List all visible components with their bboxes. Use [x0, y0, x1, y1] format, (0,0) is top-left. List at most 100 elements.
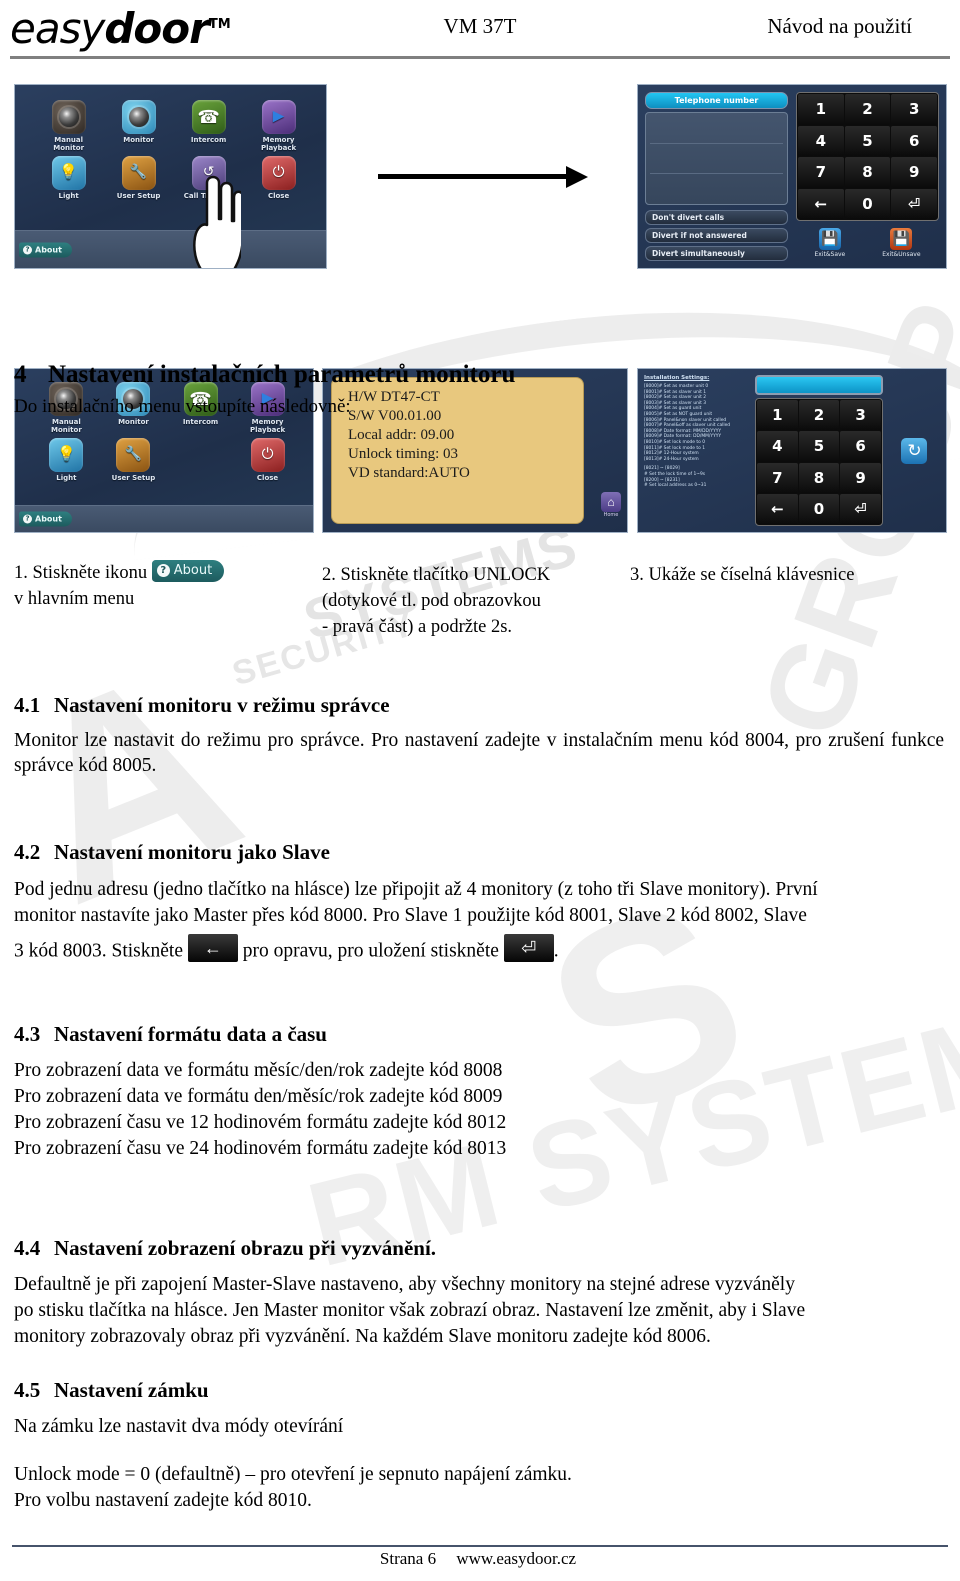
save-buttons-row: 💾 Exit&Save 💾 Exit&Unsave: [796, 225, 939, 261]
call-transfer-right-panel: 1 2 3 4 5 6 7 8 9 ← 0 ⏎ 💾 Exit&Save 💾 Ex…: [796, 92, 939, 261]
section-43-line-1: Pro zobrazení data ve formátu měsíc/den/…: [14, 1060, 503, 1081]
menu-item-close[interactable]: ⏻ Close: [234, 438, 301, 490]
camera-lens-icon: [121, 99, 156, 134]
power-icon: ⏻: [250, 438, 285, 473]
section-42-line-3-c: .: [553, 940, 559, 962]
section-45-line-2: Unlock mode = 0 (defaultně) – pro otevře…: [14, 1464, 572, 1485]
menu-item-user-setup[interactable]: 🔧 User Setup: [104, 155, 174, 208]
key-7[interactable]: 7: [757, 462, 798, 493]
menu-label-memory-playback: Memory Playback: [249, 418, 286, 435]
key-2[interactable]: 2: [844, 94, 891, 125]
section-45-heading: 4.5 Nastavení zámku: [14, 1378, 209, 1403]
key-4[interactable]: 4: [757, 431, 798, 462]
section-4-title: Nastavení instalačních parametrů monitor…: [48, 361, 516, 388]
section-44-number: 4.4: [14, 1236, 41, 1260]
exit-and-unsave-label: Exit&Unsave: [882, 251, 921, 258]
about-button-inline[interactable]: ? About: [151, 559, 225, 582]
key-5[interactable]: 5: [844, 125, 891, 156]
key-8[interactable]: 8: [798, 462, 840, 493]
step-3-line-1: 3. Ukáže se číselná klávesnice: [630, 565, 855, 585]
section-42-line-2: monitor nastavíte jako Master přes kód 8…: [14, 905, 807, 926]
pointing-hand-cursor: [193, 176, 242, 268]
about-button[interactable]: ? About: [19, 242, 72, 258]
key-9[interactable]: 9: [840, 462, 881, 493]
tools-icon: 🔧: [121, 155, 156, 190]
enter-arrow-icon[interactable]: ⏎: [891, 188, 937, 219]
menu-item-light[interactable]: 💡 Light: [33, 438, 100, 490]
section-44-title: Nastavení zobrazení obrazu při vyzvánění…: [54, 1236, 437, 1260]
menu-item-user-setup[interactable]: 🔧 User Setup: [100, 438, 167, 490]
info-line-vd-standard: VD standard:AUTO: [348, 465, 470, 481]
info-line-hw: H/W DT47-CT: [348, 389, 440, 405]
page-header: easydoorTM VM 37T Návod na použití: [0, 0, 960, 59]
backspace-arrow-icon[interactable]: ←: [757, 493, 798, 524]
about-button-label: About: [35, 245, 62, 255]
key-3[interactable]: 3: [891, 94, 937, 125]
reload-icon[interactable]: ↻: [901, 437, 928, 464]
key-6[interactable]: 6: [840, 431, 881, 462]
option-divert-if-not-answered[interactable]: Divert if not answered: [645, 228, 788, 243]
key-1[interactable]: 1: [798, 94, 844, 125]
step-2-line-3: - pravá část) a podržte 2s.: [322, 617, 513, 637]
key-8[interactable]: 8: [844, 157, 891, 188]
page-footer: Strana 6 www.easydoor.cz: [0, 1545, 960, 1569]
about-button[interactable]: ? About: [19, 511, 72, 527]
menu-label-intercom: Intercom: [190, 135, 227, 144]
key-9[interactable]: 9: [891, 157, 937, 188]
telephone-number-list[interactable]: [645, 112, 788, 205]
menu-item-memory-playback[interactable]: ▶ Memory Playback: [244, 99, 314, 152]
home-button[interactable]: ⌂ Home: [601, 492, 621, 518]
backspace-arrow-icon[interactable]: ←: [798, 188, 844, 219]
screenshot-installation-settings: Installation Settings: [8000]# Set as ma…: [637, 368, 947, 533]
menu-item-light[interactable]: 💡 Light: [34, 155, 104, 208]
menu-item-close[interactable]: ⏻ Close: [244, 155, 314, 208]
key-7[interactable]: 7: [798, 157, 844, 188]
about-inline-label: About: [173, 562, 213, 578]
option-dont-divert[interactable]: Don't divert calls: [645, 210, 788, 225]
key-0[interactable]: 0: [844, 188, 891, 219]
section-42-line-3-b: pro opravu, pro uložení stiskněte: [242, 940, 499, 962]
key-2[interactable]: 2: [798, 400, 840, 431]
section-4-intro: Do instalačního menu vstoupíte následovn…: [14, 396, 351, 417]
enter-key-image: ⏎: [503, 934, 554, 962]
enter-arrow-icon[interactable]: ⏎: [840, 493, 881, 524]
numeric-keypad: 1 2 3 4 5 6 7 8 9 ← 0 ⏎: [796, 92, 939, 221]
info-line-sw: S/W V00.01.00: [348, 408, 442, 424]
question-mark-icon: ?: [23, 514, 32, 524]
home-icon: ⌂: [601, 492, 621, 512]
menu-item-intercom[interactable]: ☎ Intercom: [174, 99, 244, 152]
exit-and-unsave-button[interactable]: 💾 Exit&Unsave: [882, 228, 921, 258]
menu-label-memory-playback: Memory Playback: [261, 135, 297, 152]
monitor-main-menu-screen: Manual Monitor Monitor ☎ Intercom ▶ Memo…: [15, 85, 326, 268]
menu-label-manual-monitor: Manual Monitor: [51, 418, 82, 435]
install-code-range-row: # Set local address as 0~31: [644, 483, 707, 489]
exit-and-save-button[interactable]: 💾 Exit&Save: [814, 228, 845, 258]
key-0[interactable]: 0: [798, 493, 840, 524]
key-1[interactable]: 1: [757, 400, 798, 431]
key-6[interactable]: 6: [891, 125, 937, 156]
step-2-line-2: (dotykové tl. pod obrazovkou: [322, 591, 541, 611]
section-42-heading: 4.2 Nastavení monitoru jako Slave: [14, 840, 330, 865]
menu-item-manual-monitor[interactable]: Manual Monitor: [34, 99, 104, 152]
menu-label-manual-monitor: Manual Monitor: [53, 135, 85, 152]
menu-icon-grid: Manual Monitor Monitor ☎ Intercom ▶ Memo…: [34, 99, 314, 208]
key-5[interactable]: 5: [798, 431, 840, 462]
section-42-line-3: 3 kód 8003. Stiskněte ← pro opravu, pro …: [14, 934, 714, 966]
lightbulb-icon: 💡: [51, 155, 86, 190]
key-4[interactable]: 4: [798, 125, 844, 156]
info-line-local-addr: Local addr: 09.00: [348, 427, 455, 443]
section-43-line-4: Pro zobrazení času ve 24 hodinovém formá…: [14, 1138, 507, 1159]
option-divert-simultaneously[interactable]: Divert simultaneously: [645, 246, 788, 261]
key-3[interactable]: 3: [840, 400, 881, 431]
telephone-number-field[interactable]: Telephone number: [645, 92, 788, 109]
code-entry-field[interactable]: [755, 375, 883, 395]
section-45-line-1: Na zámku lze nastavit dva módy otevírání: [14, 1416, 344, 1437]
exit-and-save-label: Exit&Save: [814, 251, 846, 258]
step-3: 3. Ukáže se číselná klávesnice: [630, 562, 950, 588]
about-button-label: About: [35, 514, 62, 524]
section-42-number: 4.2: [14, 840, 41, 864]
menu-label-user-setup: User Setup: [116, 191, 161, 200]
section-42-line-1: Pod jednu adresu (jedno tlačítko na hlás…: [14, 879, 818, 900]
installation-list-title: Installation Settings:: [644, 375, 710, 381]
menu-item-monitor[interactable]: Monitor: [104, 99, 174, 152]
